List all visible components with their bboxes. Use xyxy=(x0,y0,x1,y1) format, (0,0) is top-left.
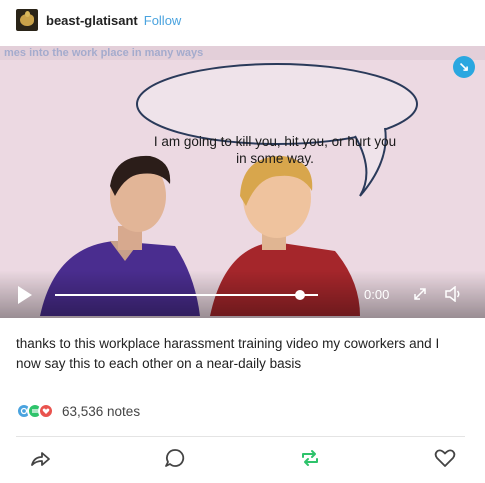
progress-track[interactable] xyxy=(55,294,318,296)
notes-row: 63,536 notes xyxy=(16,402,140,420)
notes-count[interactable]: 63,536 notes xyxy=(62,404,140,419)
play-icon[interactable] xyxy=(18,286,32,304)
post-caption: thanks to this workplace harassment trai… xyxy=(16,336,440,371)
post-header: beast-glatisant Follow xyxy=(16,8,181,32)
top-caption-text: mes into the work place in many ways xyxy=(4,47,203,59)
volume-icon[interactable] xyxy=(445,286,463,302)
reblog-icon[interactable] xyxy=(298,446,322,470)
like-note-icon xyxy=(38,403,54,419)
speech-bubble-text: I am going to kill you, hit you, or hurt… xyxy=(153,134,397,166)
external-link-icon[interactable]: ↘ xyxy=(453,56,475,78)
avatar[interactable] xyxy=(16,9,38,31)
username[interactable]: beast-glatisant xyxy=(46,13,138,28)
fullscreen-icon[interactable] xyxy=(413,287,427,301)
post-actions xyxy=(0,446,485,472)
follow-button[interactable]: Follow xyxy=(144,13,182,28)
reply-icon[interactable] xyxy=(163,446,187,470)
video-controls: 0:00 xyxy=(0,270,485,318)
video-player[interactable]: mes into the work place in many ways ↘ I… xyxy=(0,46,485,318)
time-display: 0:00 xyxy=(364,287,390,302)
progress-handle[interactable] xyxy=(294,290,305,300)
share-icon[interactable] xyxy=(28,446,52,470)
divider xyxy=(16,436,465,437)
heart-icon[interactable] xyxy=(433,446,457,470)
